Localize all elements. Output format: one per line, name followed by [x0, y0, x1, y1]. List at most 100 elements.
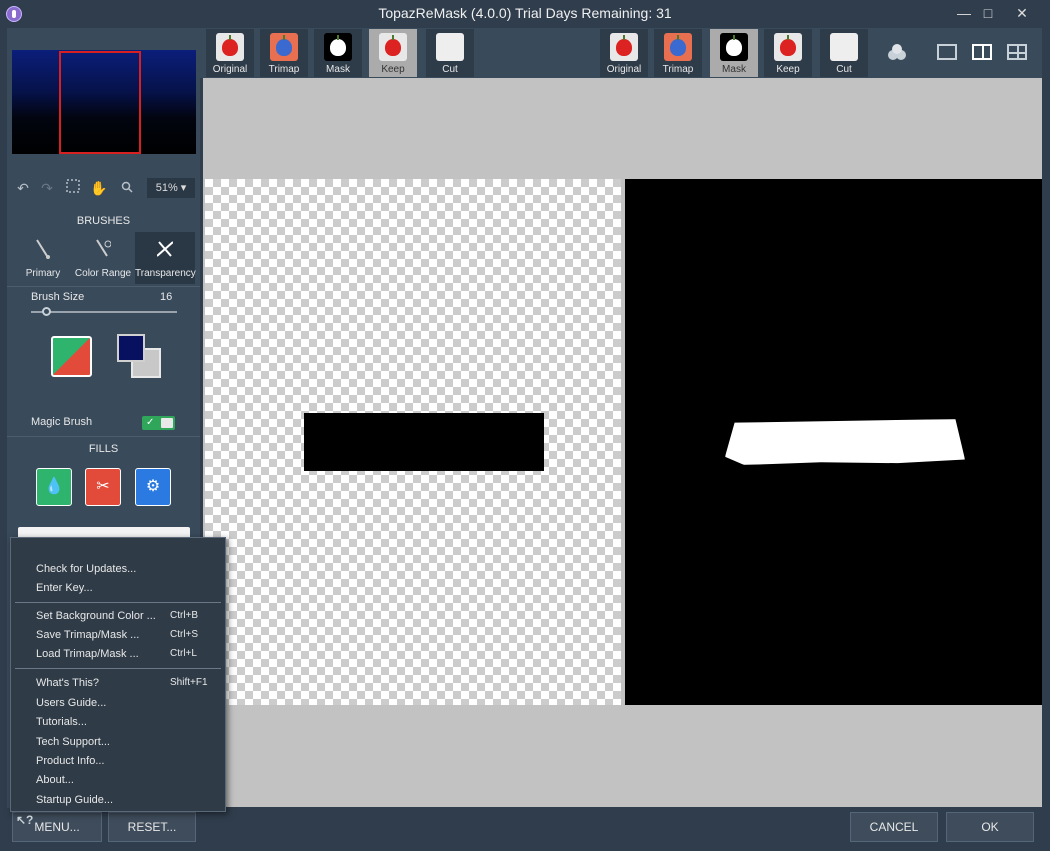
menu-item-product-info[interactable]: Product Info...	[11, 752, 225, 771]
minimize-button[interactable]: —	[952, 2, 976, 24]
maximize-button[interactable]: □	[976, 2, 1000, 24]
transparency-brush-icon	[157, 241, 173, 257]
menu-item-label: What's This?	[36, 677, 100, 689]
menu-shortcut: Ctrl+S	[170, 629, 199, 640]
menu-item-label: Users Guide...	[36, 697, 107, 709]
divider	[7, 436, 200, 437]
zoom-select[interactable]: 51% ▾	[147, 178, 195, 198]
window-title: TopazReMask (4.0.0) Trial Days Remaining…	[378, 5, 672, 21]
zoom-icon[interactable]	[117, 178, 137, 198]
mask-stroke	[725, 419, 965, 465]
tab-label: Mask	[722, 64, 746, 75]
menu-separator	[15, 668, 221, 669]
brushes-title: BRUSHES	[76, 215, 131, 227]
split-view-icon[interactable]	[972, 44, 992, 60]
menu-item-label: About...	[36, 774, 74, 786]
navigator-viewport-frame[interactable]	[59, 51, 141, 154]
menu-separator	[15, 602, 221, 603]
brush-size-slider[interactable]	[31, 311, 177, 313]
brush-size-value: 16	[160, 291, 173, 303]
menu-shortcut: Ctrl+L	[170, 648, 197, 659]
divider	[7, 286, 200, 287]
brush-label: Color Range	[74, 268, 132, 279]
menu-item-save-trimap[interactable]: Save Trimap/Mask ... Ctrl+S	[11, 626, 225, 645]
tab-cut-right[interactable]: Cut	[820, 29, 868, 77]
quad-view-icon[interactable]	[1007, 44, 1027, 60]
menu-item-label: Startup Guide...	[36, 794, 114, 806]
tab-keep-right[interactable]: Keep	[764, 29, 812, 77]
tab-original-right[interactable]: Original	[600, 29, 648, 77]
single-view-icon[interactable]	[937, 44, 957, 60]
tab-trimap-left[interactable]: Trimap	[260, 29, 308, 77]
menu-item-label: Set Background Color ...	[36, 610, 156, 622]
canvas-area[interactable]	[203, 78, 1042, 807]
menu-item-startup-guide[interactable]: Startup Guide...	[11, 791, 225, 810]
tab-original-left[interactable]: Original	[206, 29, 254, 77]
magic-brush-toggle[interactable]: ✓	[142, 416, 175, 430]
tab-label: Keep	[381, 64, 405, 75]
selection-icon[interactable]	[63, 178, 83, 198]
fills-title: FILLS	[88, 443, 119, 455]
menu-item-check-updates[interactable]: Check for Updates...	[11, 560, 225, 579]
main-menu-popup: Check for Updates... Enter Key... Set Ba…	[10, 537, 226, 827]
compare-icon[interactable]	[886, 44, 908, 62]
drop-icon: 💧	[44, 478, 64, 495]
tab-label: Keep	[776, 64, 800, 75]
cancel-button[interactable]: CANCEL	[850, 812, 938, 842]
cut-fill-button[interactable]: ✂	[85, 468, 121, 506]
foreground-color-swatch[interactable]	[117, 334, 145, 362]
tab-keep-left[interactable]: Keep	[369, 29, 417, 77]
reset-button[interactable]: RESET...	[108, 812, 196, 842]
tab-trimap-right[interactable]: Trimap	[654, 29, 702, 77]
bottom-bar: MENU... RESET... CANCEL OK	[0, 808, 1050, 851]
menu-item-label: Check for Updates...	[36, 563, 137, 575]
menu-item-about[interactable]: About...	[11, 771, 225, 790]
menu-item-users-guide[interactable]: Users Guide...	[11, 694, 225, 713]
tab-label: Original	[606, 64, 642, 75]
keep-view-pane[interactable]	[205, 179, 621, 705]
brush-label: Primary	[25, 268, 61, 279]
brush-label: Transparency	[135, 268, 196, 279]
tab-label: Mask	[326, 64, 350, 75]
tab-mask-left[interactable]: Mask	[314, 29, 362, 77]
menu-item-set-background[interactable]: Set Background Color ... Ctrl+B	[11, 607, 225, 626]
title-bar: TopazReMask (4.0.0) Trial Days Remaining…	[0, 0, 1050, 28]
tab-label: Trimap	[662, 64, 694, 75]
undo-icon[interactable]: ↶	[13, 178, 33, 198]
menu-shortcut: Ctrl+B	[170, 610, 199, 621]
menu-item-enter-key[interactable]: Enter Key...	[11, 579, 225, 598]
menu-item-label: Enter Key...	[36, 582, 93, 594]
hand-icon[interactable]: ✋	[89, 178, 109, 198]
keep-fill-button[interactable]: 💧	[36, 468, 72, 506]
recompute-fill-button[interactable]: ⚙	[135, 468, 171, 506]
tab-label: Original	[212, 64, 248, 75]
navigator-preview[interactable]	[12, 50, 196, 154]
menu-item-label: Save Trimap/Mask ...	[36, 629, 140, 641]
check-icon: ✓	[146, 417, 155, 428]
close-button[interactable]: ✕	[1010, 2, 1034, 24]
color-range-brush-icon	[96, 239, 111, 257]
brush-color-range[interactable]: Color Range	[73, 232, 133, 284]
menu-item-label: Tech Support...	[36, 736, 110, 748]
tab-label: Cut	[442, 64, 458, 75]
menu-item-tech-support[interactable]: Tech Support...	[11, 733, 225, 752]
tab-mask-right[interactable]: Mask	[710, 29, 758, 77]
mask-view-pane[interactable]	[625, 179, 1042, 705]
tab-label: Trimap	[268, 64, 300, 75]
menu-shortcut: Shift+F1	[170, 677, 208, 688]
menu-item-load-trimap[interactable]: Load Trimap/Mask ... Ctrl+L	[11, 645, 225, 664]
menu-item-whats-this[interactable]: ↖? What's This? Shift+F1	[11, 674, 225, 827]
ok-button[interactable]: OK	[946, 812, 1034, 842]
gear-icon: ⚙	[145, 478, 161, 495]
tab-cut-left[interactable]: Cut	[426, 29, 474, 77]
magic-brush-label: Magic Brush	[31, 416, 93, 428]
menu-item-tutorials[interactable]: Tutorials...	[11, 713, 225, 732]
image-object	[304, 413, 544, 471]
primary-brush-icon	[36, 239, 50, 259]
brush-size-slider-handle[interactable]	[42, 307, 51, 316]
brush-transparency[interactable]: Transparency	[135, 232, 196, 284]
brush-primary[interactable]: Primary	[13, 232, 73, 284]
swap-colors-button[interactable]	[51, 336, 92, 377]
menu-item-label: Load Trimap/Mask ...	[36, 648, 139, 660]
redo-icon[interactable]: ↷	[37, 178, 57, 198]
